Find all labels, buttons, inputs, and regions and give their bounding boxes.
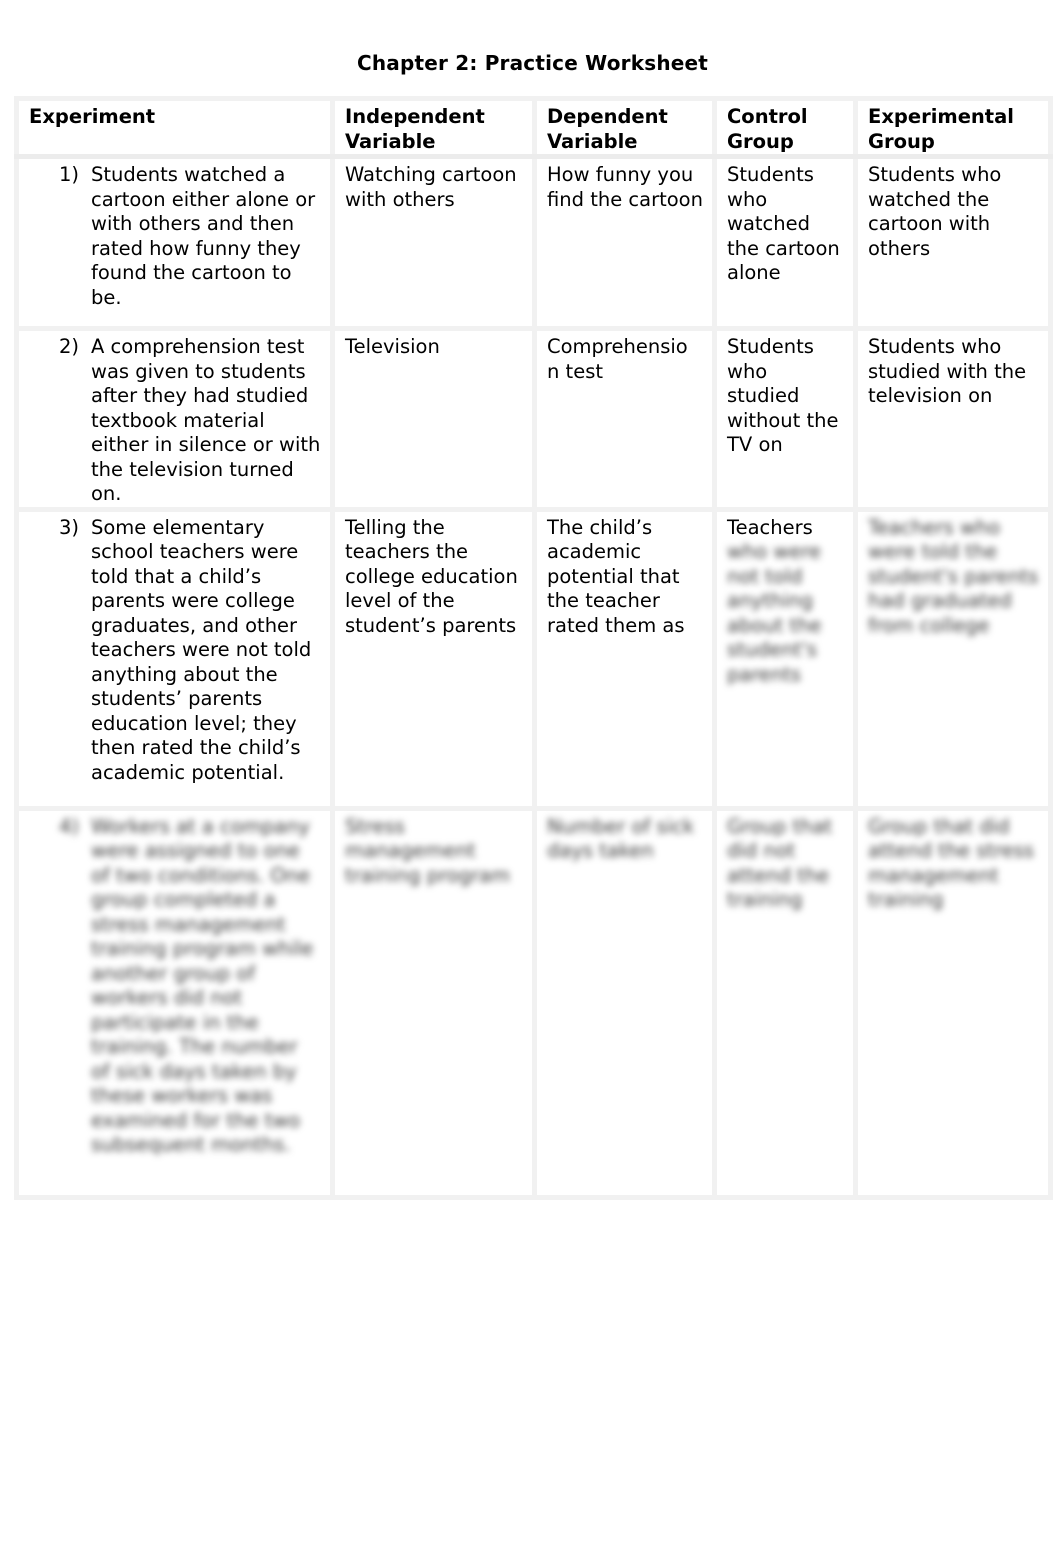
experiment-cell: 3) Some elementary school teachers were t… [14, 506, 335, 811]
header-dependent-variable: Dependent Variable [532, 96, 717, 159]
experiment-cell: 2) A comprehension test was given to stud… [14, 326, 335, 512]
obscured-text: Stress management training program [345, 814, 510, 887]
dependent-variable-cell: Number of sick days taken [532, 805, 717, 1200]
control-group-cell: Students who watched the cartoon alone [712, 154, 858, 331]
independent-variable-cell: Stress management training program [330, 805, 537, 1200]
experimental-group-cell: Students who studied with the television… [853, 326, 1053, 512]
obscured-text: Workers at a company were assigned to on… [91, 814, 314, 1157]
experiment-cell: 4) Workers at a company were assigned to … [14, 805, 335, 1200]
experiment-text: Students watched a cartoon either alone … [91, 163, 316, 309]
obscured-text: Teachers who were told the student's par… [868, 515, 1039, 637]
experiment-text: Some elementary school teachers were tol… [91, 515, 312, 784]
row-number: 1) [59, 163, 80, 186]
control-group-cell: Teachers who were not told anything abou… [712, 506, 858, 811]
control-group-cell: Students who studied without the TV on [712, 326, 858, 512]
experimental-group-cell: Students who watched the cartoon with ot… [853, 154, 1053, 331]
obscured-text: Group that did attend the stress managem… [868, 814, 1035, 912]
worksheet-table-container: Experiment Independent Variable Dependent… [14, 96, 1053, 1200]
dependent-variable-cell: Comprehensio n test [532, 326, 717, 512]
dependent-variable-cell: How funny you find the cartoon [532, 154, 717, 331]
table-row: 3) Some elementary school teachers were t… [14, 506, 1053, 811]
control-group-text: Teachers [727, 515, 813, 539]
experimental-group-cell: Teachers who were told the student's par… [853, 506, 1053, 811]
header-experimental-group: Experimental Group [853, 96, 1053, 159]
table-row: 4) Workers at a company were assigned to … [14, 805, 1053, 1200]
experiment-text: A comprehension test was given to studen… [91, 335, 321, 505]
row-number: 3) [59, 515, 80, 539]
obscured-text: Number of sick days taken [547, 814, 695, 863]
header-control-group: Control Group [712, 96, 858, 159]
table-row: 2) A comprehension test was given to stud… [14, 326, 1053, 512]
header-experiment: Experiment [14, 96, 335, 159]
row-number: 4) [59, 814, 80, 838]
experiment-cell: 1) Students watched a cartoon either alon… [14, 154, 335, 331]
obscured-text: Group that did not attend the training [727, 814, 833, 912]
table-header-row: Experiment Independent Variable Dependent… [14, 96, 1053, 159]
row-number: 2) [59, 335, 80, 358]
header-independent-variable: Independent Variable [330, 96, 537, 159]
worksheet-table: Experiment Independent Variable Dependent… [14, 96, 1053, 1200]
worksheet-title: Chapter 2: Practice Worksheet [356, 51, 709, 75]
independent-variable-cell: Telling the teachers the college educati… [330, 506, 537, 811]
dependent-variable-cell: The child’s academic potential that the … [532, 506, 717, 811]
obscured-text: who were not told anything about the stu… [727, 540, 822, 686]
table-row: 1) Students watched a cartoon either alon… [14, 154, 1053, 331]
control-group-cell: Group that did not attend the training [712, 805, 858, 1200]
experimental-group-cell: Group that did attend the stress managem… [853, 805, 1053, 1200]
independent-variable-cell: Television [330, 326, 537, 512]
independent-variable-cell: Watching cartoon with others [330, 154, 537, 331]
